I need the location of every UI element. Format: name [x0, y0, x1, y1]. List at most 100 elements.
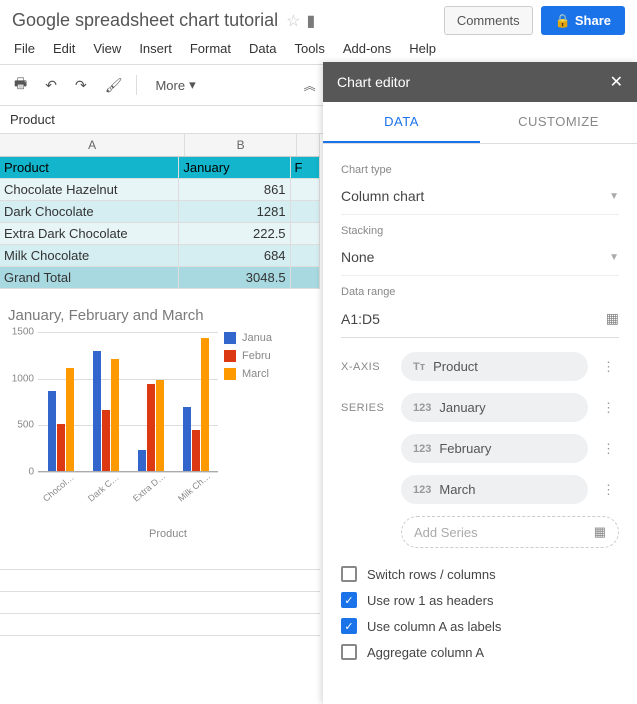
toolbar-more[interactable]: More ▾: [147, 73, 203, 97]
bar: [183, 407, 191, 471]
grid-select-icon[interactable]: ▦: [606, 310, 619, 327]
check-aggregate-colA[interactable]: Aggregate column A: [341, 644, 619, 660]
menu-insert[interactable]: Insert: [139, 41, 172, 56]
undo-icon[interactable]: ↶: [41, 73, 61, 98]
table-row: Dark Chocolate 1281: [0, 201, 320, 223]
col-header-b[interactable]: B: [185, 134, 297, 156]
folder-icon[interactable]: ▮: [307, 11, 316, 31]
paint-format-icon[interactable]: 🖌: [101, 73, 127, 98]
empty-row[interactable]: [0, 548, 320, 570]
series-pill[interactable]: 123 March: [401, 475, 588, 504]
cell-product[interactable]: Milk Chocolate: [0, 245, 179, 266]
star-icon[interactable]: ☆: [286, 11, 300, 31]
check-colA-labels[interactable]: ✓ Use column A as labels: [341, 618, 619, 634]
cell-total-value[interactable]: 3048.5: [179, 267, 290, 288]
check-label: Use row 1 as headers: [367, 593, 493, 608]
menu-data[interactable]: Data: [249, 41, 276, 56]
cell-value[interactable]: 861: [179, 179, 290, 200]
cell-c[interactable]: [291, 267, 320, 288]
doc-title[interactable]: Google spreadsheet chart tutorial: [12, 10, 278, 31]
cell-c[interactable]: [291, 179, 320, 200]
check-switch-rows[interactable]: Switch rows / columns: [341, 566, 619, 582]
cell-total-label[interactable]: Grand Total: [0, 267, 179, 288]
cell-c[interactable]: [291, 245, 320, 266]
add-series-button[interactable]: Add Series ▦: [401, 516, 619, 548]
legend-swatch: [224, 332, 236, 344]
toolbar-more-label: More: [155, 78, 185, 93]
print-icon[interactable]: 🖶: [10, 69, 31, 101]
tab-data[interactable]: DATA: [323, 102, 480, 143]
toolbar-separator: [136, 75, 137, 95]
x-tick-label: Extra Dark...: [131, 470, 168, 503]
empty-row[interactable]: [0, 570, 320, 592]
check-label: Use column A as labels: [367, 619, 501, 634]
empty-row[interactable]: [0, 614, 320, 636]
menu-edit[interactable]: Edit: [53, 41, 75, 56]
stacking-select[interactable]: None ▼: [341, 243, 619, 276]
empty-row[interactable]: [0, 592, 320, 614]
col-header-c[interactable]: [297, 134, 320, 156]
legend-swatch: [224, 350, 236, 362]
embedded-chart[interactable]: January, February and March 050010001500…: [4, 303, 312, 544]
menu-format[interactable]: Format: [190, 41, 231, 56]
checkbox-icon[interactable]: ✓: [341, 592, 357, 608]
close-icon[interactable]: ✕: [610, 72, 623, 92]
bar: [156, 380, 164, 471]
more-icon[interactable]: ⋮: [598, 400, 619, 416]
header-cell-january[interactable]: January: [179, 157, 290, 178]
column-headers: A B: [0, 134, 320, 157]
collapse-toolbar-icon[interactable]: ︽: [304, 77, 316, 94]
col-header-a[interactable]: A: [0, 134, 185, 156]
check-row1-headers[interactable]: ✓ Use row 1 as headers: [341, 592, 619, 608]
legend-label: Janua: [242, 332, 272, 344]
chart-editor-header: Chart editor ✕: [323, 62, 637, 102]
menu-addons[interactable]: Add-ons: [343, 41, 391, 56]
text-type-icon: Tᴛ: [413, 361, 425, 373]
series-pill[interactable]: 123 February: [401, 434, 588, 463]
x-tick-label: Milk Choc...: [176, 470, 213, 503]
table-total-row: Grand Total 3048.5: [0, 267, 320, 289]
comments-button[interactable]: Comments: [444, 6, 533, 35]
cell-value[interactable]: 1281: [179, 201, 290, 222]
xaxis-pill[interactable]: Tᴛ Product: [401, 352, 588, 381]
chart-editor-panel: Chart editor ✕ DATA CUSTOMIZE Chart type…: [323, 62, 637, 704]
more-icon[interactable]: ⋮: [598, 441, 619, 457]
cell-product[interactable]: Extra Dark Chocolate: [0, 223, 179, 244]
table-header-row: Product January F: [0, 157, 320, 179]
stacking-value: None: [341, 249, 374, 265]
cell-product[interactable]: Chocolate Hazelnut: [0, 179, 179, 200]
empty-rows: [0, 548, 320, 636]
bar: [147, 384, 155, 471]
series-pill[interactable]: 123 January: [401, 393, 588, 422]
cell-value[interactable]: 222.5: [179, 223, 290, 244]
menu-view[interactable]: View: [93, 41, 121, 56]
chevron-down-icon: ▾: [189, 77, 196, 93]
bar: [66, 368, 74, 471]
more-icon[interactable]: ⋮: [598, 482, 619, 498]
chart-type-select[interactable]: Column chart ▼: [341, 182, 619, 215]
x-tick-label: Chocolate...: [41, 470, 78, 503]
menu-file[interactable]: File: [14, 41, 35, 56]
redo-icon[interactable]: ↷: [71, 73, 91, 98]
number-type-icon: 123: [413, 402, 431, 414]
menu-tools[interactable]: Tools: [294, 41, 324, 56]
header-cell-c[interactable]: F: [291, 157, 320, 178]
tab-customize[interactable]: CUSTOMIZE: [480, 102, 637, 143]
cell-c[interactable]: [291, 201, 320, 222]
checkbox-icon[interactable]: ✓: [341, 618, 357, 634]
bar: [102, 410, 110, 471]
header-cell-product[interactable]: Product: [0, 157, 179, 178]
checkbox-icon[interactable]: [341, 644, 357, 660]
table-row: Extra Dark Chocolate 222.5: [0, 223, 320, 245]
legend-label: Febru: [242, 350, 271, 362]
cell-value[interactable]: 684: [179, 245, 290, 266]
more-icon[interactable]: ⋮: [598, 359, 619, 375]
cell-product[interactable]: Dark Chocolate: [0, 201, 179, 222]
bar: [138, 450, 146, 471]
checkbox-icon[interactable]: [341, 566, 357, 582]
cell-c[interactable]: [291, 223, 320, 244]
legend-swatch: [224, 368, 236, 380]
data-range-input[interactable]: A1:D5 ▦: [341, 304, 619, 338]
menu-help[interactable]: Help: [409, 41, 436, 56]
share-button[interactable]: 🔒Share: [541, 6, 625, 35]
